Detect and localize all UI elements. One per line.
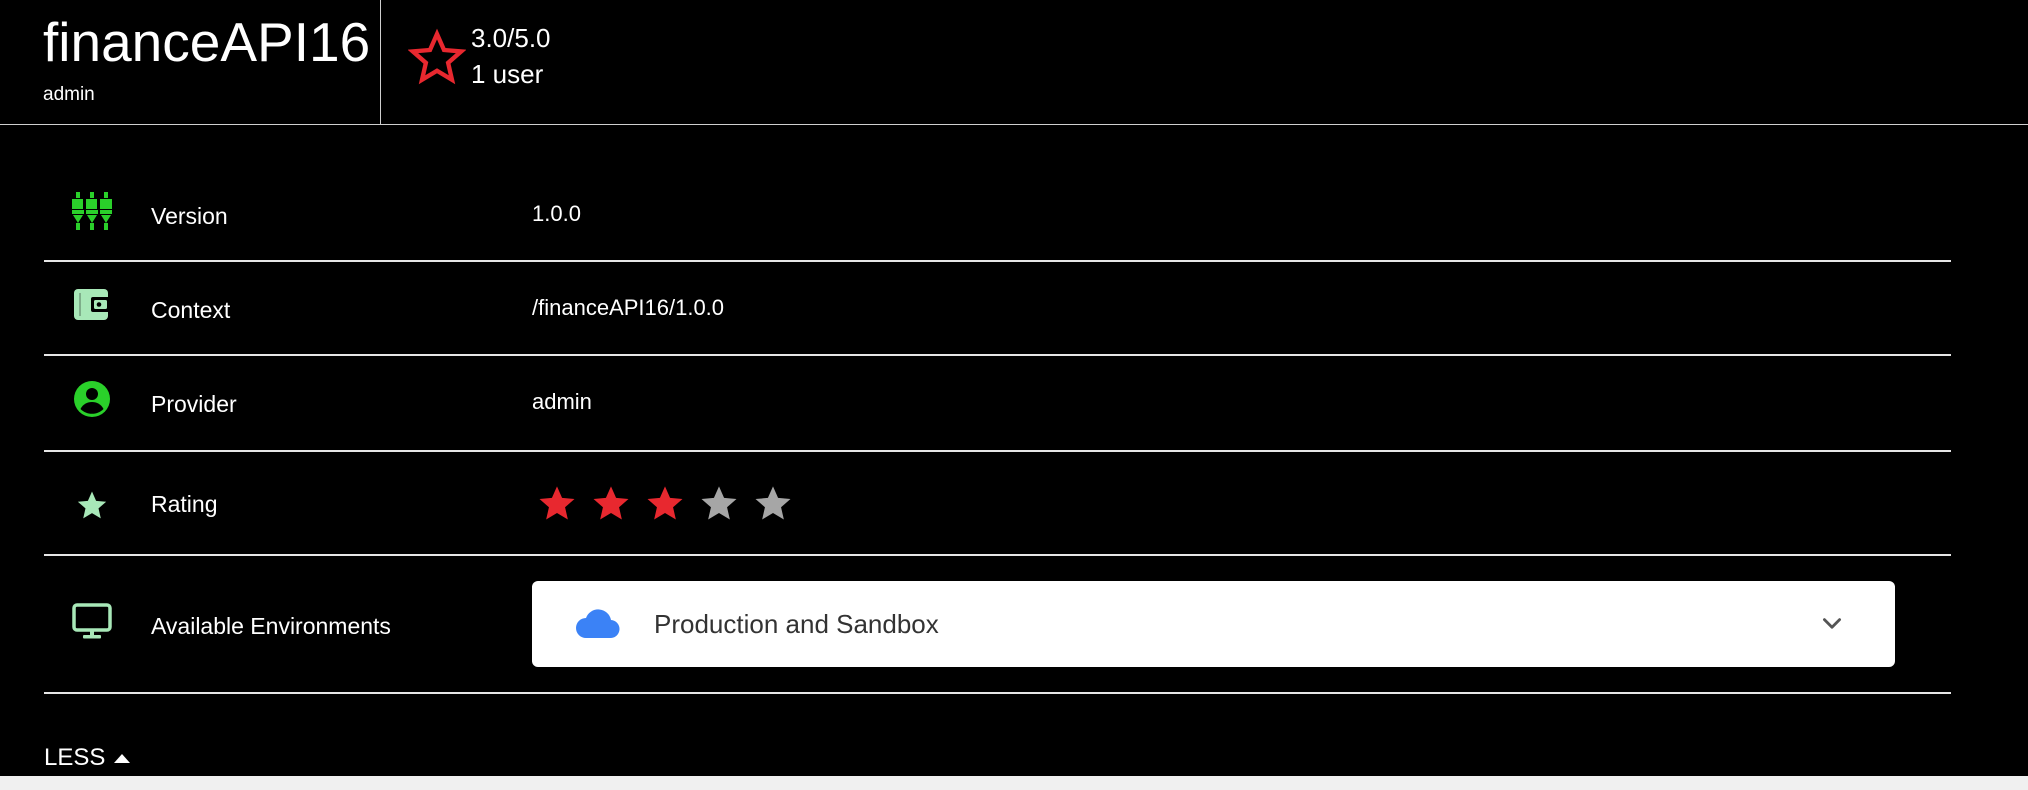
star-outline-icon xyxy=(408,28,466,85)
wallet-icon xyxy=(71,284,113,326)
rating-stars[interactable] xyxy=(536,482,794,524)
rating-star-2-icon[interactable] xyxy=(590,482,632,524)
provider-value: admin xyxy=(532,389,592,414)
environment-select[interactable]: Production and Sandbox xyxy=(532,581,1895,667)
caret-up-icon xyxy=(114,754,131,763)
rating-star-3-icon[interactable] xyxy=(644,482,686,524)
less-toggle-button[interactable]: LESS xyxy=(44,744,131,772)
rating-star-5-icon[interactable] xyxy=(752,482,794,524)
monitor-icon xyxy=(71,600,113,642)
star-icon xyxy=(71,484,113,526)
detail-row-provider: Provider admin xyxy=(44,356,1951,452)
cloud-icon xyxy=(576,609,620,639)
chevron-down-icon xyxy=(1823,618,1841,629)
api-header: financeAPI16 admin 3.0/5.0 1 user xyxy=(0,0,2028,125)
detail-row-rating: Rating xyxy=(44,452,1951,556)
api-name: financeAPI16 xyxy=(43,11,371,73)
connector-icon xyxy=(71,190,113,232)
rating-label: Rating xyxy=(151,491,218,517)
user-circle-icon xyxy=(71,378,113,420)
environments-label: Available Environments xyxy=(151,613,391,639)
provider-label: Provider xyxy=(151,391,237,417)
rating-star-4-icon[interactable] xyxy=(698,482,740,524)
rating-star-1-icon[interactable] xyxy=(536,482,578,524)
context-value: /financeAPI16/1.0.0 xyxy=(532,295,725,320)
environment-selected-value: Production and Sandbox xyxy=(654,609,939,639)
rating-score: 3.0/5.0 xyxy=(471,23,551,53)
api-overview-page: financeAPI16 admin 3.0/5.0 1 user Versio… xyxy=(0,0,2028,790)
detail-row-context: Context /financeAPI16/1.0.0 xyxy=(44,262,1951,356)
api-owner: admin xyxy=(43,84,95,105)
detail-row-version: Version 1.0.0 xyxy=(44,168,1951,262)
api-details-list: Version 1.0.0 Context /financeAPI16/1.0.… xyxy=(44,168,1951,694)
rating-users: 1 user xyxy=(471,59,544,89)
version-label: Version xyxy=(151,203,228,229)
less-toggle-label: LESS xyxy=(44,744,106,771)
version-value: 1.0.0 xyxy=(532,201,581,226)
context-label: Context xyxy=(151,297,231,323)
bottom-scroll-strip xyxy=(0,776,2028,790)
api-title-block: financeAPI16 admin xyxy=(0,0,381,124)
detail-row-environments: Available Environments Production and Sa… xyxy=(44,556,1951,694)
